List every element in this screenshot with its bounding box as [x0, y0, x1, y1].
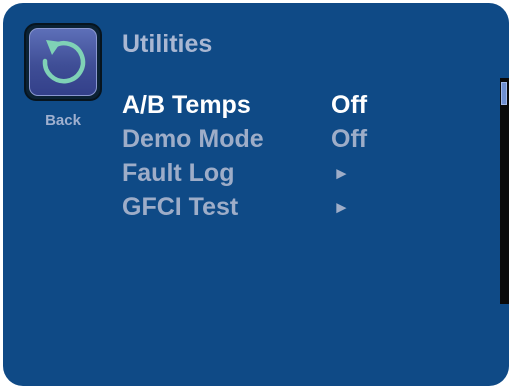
chevron-right-icon: ► [333, 198, 350, 217]
menu-item-value: Off [331, 91, 368, 119]
back-arrow-icon [42, 40, 86, 84]
utilities-screen: Back Utilities A/B Temps Off Demo Mode O… [3, 3, 509, 386]
menu-item-value: Off [331, 125, 368, 153]
menu-item-label: GFCI Test [122, 193, 239, 221]
back-button-face [29, 28, 97, 96]
menu-item-label: Demo Mode [122, 125, 264, 153]
scrollbar-track[interactable] [500, 78, 509, 304]
back-label: Back [45, 112, 81, 129]
back-button[interactable] [24, 23, 102, 101]
scrollbar-thumb[interactable] [501, 82, 507, 105]
menu-item-gfci-test[interactable]: GFCI Test ► [122, 190, 492, 224]
menu-item-label: Fault Log [122, 159, 235, 187]
menu-item-fault-log[interactable]: Fault Log ► [122, 156, 492, 190]
menu-item-label: A/B Temps [122, 91, 251, 119]
menu-item-demo-mode[interactable]: Demo Mode Off [122, 122, 492, 156]
menu-item-ab-temps[interactable]: A/B Temps Off [122, 88, 492, 122]
chevron-right-icon: ► [333, 164, 350, 183]
page-title: Utilities [122, 30, 213, 58]
